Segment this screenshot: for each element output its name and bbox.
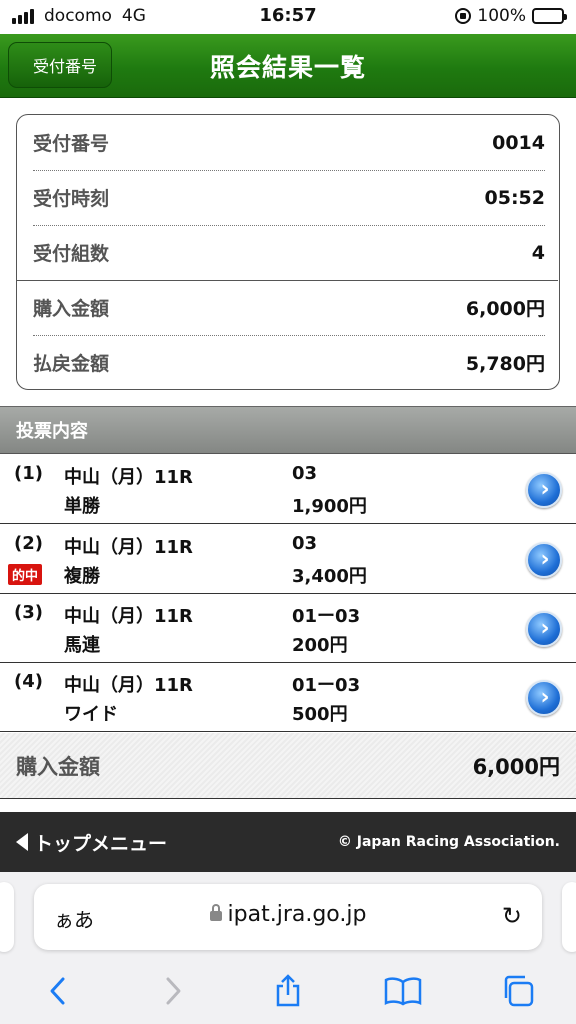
bet-race: 中山（月）11R bbox=[64, 606, 193, 627]
bet-race: 中山（月）11R bbox=[64, 537, 193, 558]
top-menu-label: トップメニュー bbox=[34, 832, 168, 855]
prev-tab-peek[interactable] bbox=[0, 882, 14, 952]
chevron-right-icon[interactable]: › bbox=[526, 680, 562, 716]
bet-amount: 500円 bbox=[292, 704, 348, 725]
top-menu-link[interactable]: トップメニュー bbox=[16, 829, 167, 856]
back-triangle-icon bbox=[16, 833, 28, 851]
bet-race: 中山（月）11R bbox=[64, 675, 193, 696]
total-value: 6,000円 bbox=[472, 754, 560, 779]
chevron-right-icon[interactable]: › bbox=[526, 542, 562, 578]
summary-value: 0014 bbox=[492, 131, 545, 154]
summary-value: 4 bbox=[531, 241, 545, 264]
copyright: © Japan Racing Association. bbox=[337, 834, 560, 850]
url-display[interactable]: ipat.jra.go.jp bbox=[34, 902, 542, 927]
next-tab-peek[interactable] bbox=[562, 882, 576, 952]
share-icon[interactable] bbox=[268, 971, 308, 1011]
battery-icon bbox=[532, 8, 567, 24]
status-bar: docomo 4G 16:57 100% bbox=[0, 0, 576, 34]
page-title: 照会結果一覧 bbox=[209, 53, 366, 82]
bet-combination: 03 bbox=[292, 533, 318, 554]
chevron-right-icon[interactable]: › bbox=[526, 611, 562, 647]
section-header: 投票内容 bbox=[0, 406, 576, 454]
bet-row[interactable]: (4) 中山（月）11R ワイド 01ー03 500円 › bbox=[0, 663, 576, 732]
summary-label: 受付時刻 bbox=[33, 188, 110, 210]
lock-icon bbox=[209, 904, 222, 921]
summary-label: 購入金額 bbox=[33, 298, 110, 320]
bet-amount: 1,900円 bbox=[292, 496, 367, 517]
bet-combination: 03 bbox=[292, 463, 318, 484]
bet-combination: 01ー03 bbox=[292, 606, 361, 627]
bet-type: 複勝 bbox=[64, 566, 100, 587]
bet-type: 単勝 bbox=[64, 496, 100, 517]
summary-label: 受付番号 bbox=[33, 133, 110, 155]
address-bar[interactable]: ぁあ ipat.jra.go.jp ↻ bbox=[34, 884, 542, 950]
bet-type: 馬連 bbox=[64, 635, 100, 656]
summary-row-receipt-time: 受付時刻 05:52 bbox=[33, 170, 545, 225]
bet-amount: 3,400円 bbox=[292, 566, 367, 587]
total-row: 購入金額 6,000円 bbox=[0, 733, 576, 799]
bookmarks-icon[interactable] bbox=[383, 971, 423, 1011]
bet-row[interactable]: (3) 中山（月）11R 馬連 01ー03 200円 › bbox=[0, 594, 576, 663]
summary-value: 6,000円 bbox=[465, 298, 545, 320]
bet-race: 中山（月）11R bbox=[64, 467, 193, 488]
url-text: ipat.jra.go.jp bbox=[227, 902, 367, 927]
summary-value: 05:52 bbox=[484, 186, 545, 209]
summary-row-payout-amount: 払戻金額 5,780円 bbox=[33, 335, 545, 390]
summary-card: 受付番号 0014 受付時刻 05:52 受付組数 4 購入金額 6,000円 … bbox=[16, 114, 560, 390]
chevron-right-icon[interactable]: › bbox=[526, 472, 562, 508]
reload-icon[interactable]: ↻ bbox=[502, 902, 522, 930]
summary-row-purchase-amount: 購入金額 6,000円 bbox=[33, 280, 545, 335]
bet-number: (1) bbox=[14, 463, 43, 484]
bet-row[interactable]: (1) 中山（月）11R 単勝 03 1,900円 › bbox=[0, 455, 576, 524]
bet-number: (4) bbox=[14, 671, 43, 692]
status-right: 100% bbox=[455, 6, 567, 26]
bet-row[interactable]: (2) 的中 中山（月）11R 複勝 03 3,400円 › bbox=[0, 525, 576, 594]
app-header: 受付番号 照会結果一覧 bbox=[0, 34, 576, 98]
back-icon[interactable] bbox=[38, 971, 78, 1011]
summary-value: 5,780円 bbox=[465, 353, 545, 375]
bet-type: ワイド bbox=[64, 704, 118, 725]
summary-label: 払戻金額 bbox=[33, 353, 110, 375]
browser-chrome: ぁあ ipat.jra.go.jp ↻ bbox=[0, 872, 576, 1024]
summary-row-receipt-number: 受付番号 0014 bbox=[33, 115, 545, 170]
bet-number: (3) bbox=[14, 602, 43, 623]
orientation-lock-icon bbox=[455, 8, 472, 24]
summary-row-set-count: 受付組数 4 bbox=[33, 225, 545, 280]
total-label: 購入金額 bbox=[16, 754, 100, 779]
bet-number: (2) bbox=[14, 533, 43, 554]
bet-combination: 01ー03 bbox=[292, 675, 361, 696]
bet-amount: 200円 bbox=[292, 635, 348, 656]
forward-icon[interactable] bbox=[153, 971, 193, 1011]
browser-toolbar bbox=[0, 966, 576, 1016]
tabs-icon[interactable] bbox=[498, 971, 538, 1011]
footer-bar: トップメニュー © Japan Racing Association. bbox=[0, 812, 576, 872]
battery-percent: 100% bbox=[477, 6, 526, 26]
hit-badge: 的中 bbox=[8, 564, 43, 585]
summary-label: 受付組数 bbox=[33, 243, 110, 265]
